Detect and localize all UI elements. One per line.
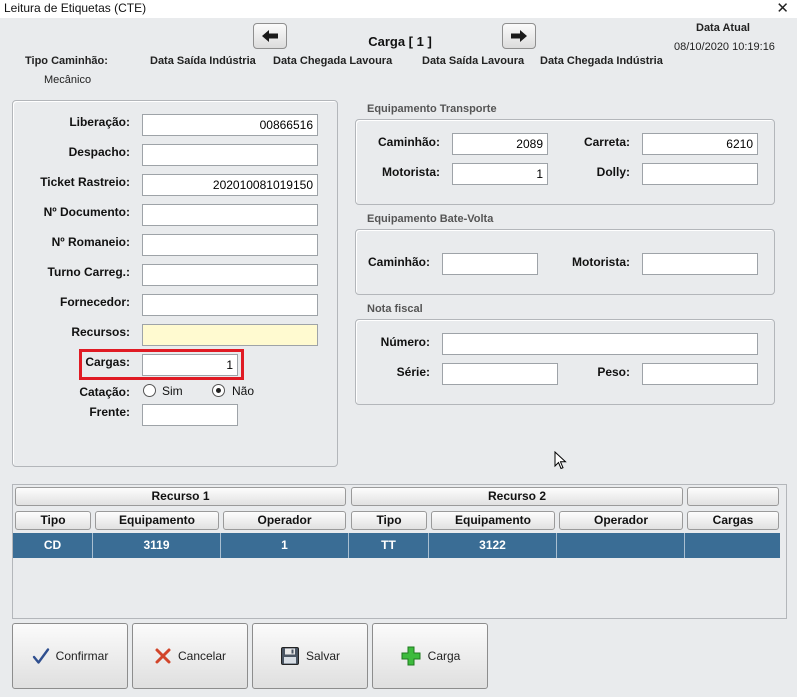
numero-label: Número: bbox=[380, 335, 430, 349]
salvar-button[interactable]: Salvar bbox=[252, 623, 368, 689]
grid-group-cargas[interactable] bbox=[687, 487, 779, 506]
transporte-group-title: Equipamento Transporte bbox=[367, 103, 497, 115]
bate-volta-motorista-label: Motorista: bbox=[572, 255, 630, 269]
catacao-nao-radio[interactable] bbox=[212, 384, 225, 397]
catacao-nao-label: Não bbox=[232, 384, 255, 398]
table-row[interactable]: CD 3119 1 TT 3122 bbox=[13, 533, 780, 558]
catacao-sim-radio[interactable] bbox=[143, 384, 156, 397]
peso-label: Peso: bbox=[597, 365, 630, 379]
turno-carreg-field[interactable] bbox=[142, 264, 318, 286]
mouse-cursor-icon bbox=[554, 451, 567, 470]
frente-label: Frente: bbox=[89, 405, 130, 419]
cell-operador-1: 1 bbox=[221, 533, 349, 558]
liberacao-field[interactable] bbox=[142, 114, 318, 136]
arrow-left-icon bbox=[262, 30, 278, 42]
cell-tipo-2: TT bbox=[349, 533, 429, 558]
data-saida-industria-label: Data Saída Indústria bbox=[150, 55, 256, 67]
cell-operador-2 bbox=[557, 533, 685, 558]
ticket-rastreio-field[interactable] bbox=[142, 174, 318, 196]
transporte-caminhao-label: Caminhão: bbox=[377, 135, 440, 149]
column-header-cargas[interactable]: Cargas bbox=[687, 511, 779, 530]
next-carga-button[interactable] bbox=[502, 23, 536, 49]
confirmar-button[interactable]: Confirmar bbox=[12, 623, 128, 689]
recursos-field[interactable] bbox=[142, 324, 318, 346]
window-client: Carga [ 1 ] Data Atual 08/10/2020 10:19:… bbox=[0, 18, 797, 697]
grid-group-recurso-2[interactable]: Recurso 2 bbox=[351, 487, 683, 506]
dolly-label: Dolly: bbox=[596, 165, 630, 179]
window-titlebar: Leitura de Etiquetas (CTE) ✕ bbox=[0, 0, 797, 18]
turno-carreg-label: Turno Carreg.: bbox=[47, 265, 130, 279]
column-header-equipamento-2[interactable]: Equipamento bbox=[431, 511, 555, 530]
close-icon[interactable]: ✕ bbox=[776, 0, 789, 17]
bate-volta-motorista-field[interactable] bbox=[642, 253, 758, 275]
serie-label: Série: bbox=[396, 365, 430, 379]
peso-field[interactable] bbox=[642, 363, 758, 385]
liberacao-label: Liberação: bbox=[69, 115, 130, 129]
x-icon bbox=[155, 648, 171, 664]
arrow-right-icon bbox=[511, 30, 527, 42]
floppy-disk-icon bbox=[280, 647, 299, 665]
romaneio-field[interactable] bbox=[142, 234, 318, 256]
transporte-motorista-label: Motorista: bbox=[382, 165, 440, 179]
grid-group-recurso-1[interactable]: Recurso 1 bbox=[15, 487, 346, 506]
catacao-label: Catação: bbox=[79, 385, 130, 399]
bate-volta-caminhao-label: Caminhão: bbox=[367, 255, 430, 269]
data-chegada-industria-label: Data Chegada Indústria bbox=[540, 55, 663, 67]
column-header-operador-2[interactable]: Operador bbox=[559, 511, 683, 530]
carreta-field[interactable] bbox=[642, 133, 758, 155]
cancelar-label: Cancelar bbox=[177, 649, 227, 663]
nota-fiscal-group-title: Nota fiscal bbox=[367, 303, 423, 315]
ticket-rastreio-label: Ticket Rastreio: bbox=[40, 175, 130, 189]
recursos-label: Recursos: bbox=[71, 325, 130, 339]
data-atual-label: Data Atual bbox=[696, 22, 750, 34]
tipo-caminhao-label: Tipo Caminhão: bbox=[25, 55, 108, 67]
plus-icon bbox=[401, 646, 421, 666]
cargas-highlight-box bbox=[79, 349, 244, 380]
data-chegada-lavoura-label: Data Chegada Lavoura bbox=[273, 55, 393, 67]
column-header-operador-1[interactable]: Operador bbox=[223, 511, 346, 530]
previous-carga-button[interactable] bbox=[253, 23, 287, 49]
fornecedor-label: Fornecedor: bbox=[59, 295, 130, 309]
carga-title: Carga [ 1 ] bbox=[368, 34, 432, 49]
documento-label: Nº Documento: bbox=[43, 205, 130, 219]
confirmar-label: Confirmar bbox=[55, 649, 109, 663]
dolly-field[interactable] bbox=[642, 163, 758, 185]
catacao-sim-label: Sim bbox=[162, 384, 183, 398]
serie-field[interactable] bbox=[442, 363, 558, 385]
tipo-caminhao-value: Mecânico bbox=[44, 74, 92, 86]
cell-equipamento-2: 3122 bbox=[429, 533, 557, 558]
cell-equipamento-1: 3119 bbox=[93, 533, 221, 558]
window-title: Leitura de Etiquetas (CTE) bbox=[4, 1, 147, 15]
numero-field[interactable] bbox=[442, 333, 758, 355]
cancelar-button[interactable]: Cancelar bbox=[132, 623, 248, 689]
carreta-label: Carreta: bbox=[583, 135, 630, 149]
data-saida-lavoura-label: Data Saída Lavoura bbox=[422, 55, 525, 67]
transporte-motorista-field[interactable] bbox=[452, 163, 548, 185]
bate-volta-group-title: Equipamento Bate-Volta bbox=[367, 213, 494, 225]
data-atual-value: 08/10/2020 10:19:16 bbox=[674, 41, 775, 53]
despacho-field[interactable] bbox=[142, 144, 318, 166]
cell-cargas bbox=[685, 533, 780, 558]
column-header-tipo-2[interactable]: Tipo bbox=[351, 511, 427, 530]
romaneio-label: Nº Romaneio: bbox=[51, 235, 130, 249]
despacho-label: Despacho: bbox=[68, 145, 130, 159]
documento-field[interactable] bbox=[142, 204, 318, 226]
carga-button[interactable]: Carga bbox=[372, 623, 488, 689]
column-header-tipo-1[interactable]: Tipo bbox=[15, 511, 91, 530]
bate-volta-caminhao-field[interactable] bbox=[442, 253, 538, 275]
carga-label: Carga bbox=[427, 649, 461, 663]
frente-field[interactable] bbox=[142, 404, 238, 426]
cell-tipo-1: CD bbox=[13, 533, 93, 558]
transporte-panel bbox=[355, 119, 775, 205]
nota-fiscal-panel bbox=[355, 319, 775, 405]
fornecedor-field[interactable] bbox=[142, 294, 318, 316]
checkmark-icon bbox=[32, 648, 49, 664]
transporte-caminhao-field[interactable] bbox=[452, 133, 548, 155]
column-header-equipamento-1[interactable]: Equipamento bbox=[95, 511, 219, 530]
salvar-label: Salvar bbox=[305, 649, 340, 663]
